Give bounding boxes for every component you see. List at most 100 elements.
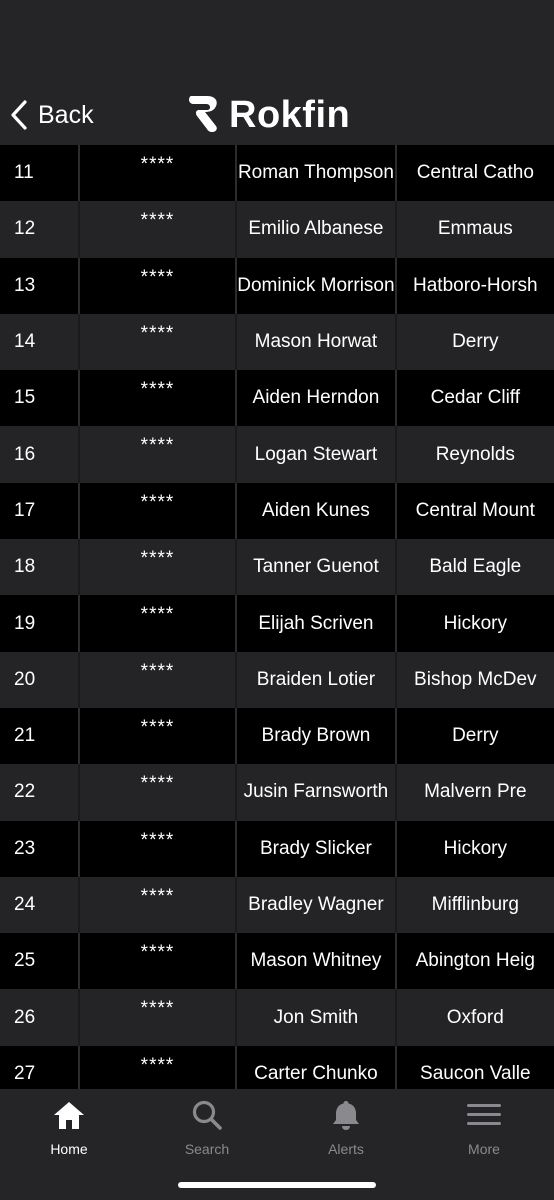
back-button[interactable]: Back [10, 96, 94, 134]
rank-cell-text: 11 [14, 162, 34, 184]
table-row[interactable]: 11 **** Roman Thompson Central Catho [0, 145, 554, 202]
stars-cell-text: **** [140, 716, 175, 738]
school-cell-text: Hatboro-Horsh [413, 274, 538, 296]
player-name-cell: Emilio Albanese [235, 201, 394, 258]
player-name-cell-text: Carter Chunko [254, 1062, 378, 1084]
stars-cell-text: **** [140, 829, 175, 851]
rokfin-logo-mark-icon [187, 92, 221, 139]
rank-cell: 27 [0, 1046, 78, 1089]
school-cell: Hickory [394, 820, 554, 877]
school-cell-text: Emmaus [437, 218, 513, 240]
rank-cell-text: 13 [14, 274, 36, 296]
school-cell-text: Abington Heig [415, 950, 535, 972]
rank-cell: 24 [0, 877, 78, 933]
player-name-cell-text: Bradley Wagner [248, 894, 384, 915]
school-cell: Derry [394, 707, 554, 765]
table-row[interactable]: 26 **** Jon Smith Oxford [0, 989, 554, 1046]
school-cell: Oxford [394, 989, 554, 1046]
table-row[interactable]: 16 **** Logan Stewart Reynolds [0, 426, 554, 483]
player-name-cell: Mason Horwat [235, 313, 394, 371]
player-name-cell-text: Brady Slicker [259, 837, 372, 859]
chevron-left-icon [10, 100, 28, 130]
stars-cell-text: **** [140, 266, 175, 288]
table-row[interactable]: 25 **** Mason Whitney Abington Heig [0, 933, 554, 990]
stars-cell-text: **** [140, 379, 175, 401]
rank-cell: 14 [0, 314, 78, 370]
tab-alerts[interactable]: Alerts [296, 1099, 396, 1159]
table-row[interactable]: 24 **** Bradley Wagner Mifflinburg [0, 876, 554, 934]
player-name-cell-text: Mason Horwat [254, 331, 378, 353]
stars-cell: **** [77, 595, 236, 652]
rank-cell: 22 [0, 764, 78, 820]
table-row[interactable]: 19 **** Elijah Scriven Hickory [0, 595, 554, 652]
table-row[interactable]: 17 **** Aiden Kunes Central Mount [0, 482, 554, 540]
table-row[interactable]: 27 **** Carter Chunko Saucon Valle [0, 1045, 554, 1089]
table-row[interactable]: 15 **** Aiden Herndon Cedar Cliff [0, 370, 554, 427]
stars-cell: **** [77, 370, 236, 427]
school-cell-text: Cedar Cliff [430, 387, 520, 409]
player-name-cell: Aiden Herndon [235, 370, 394, 427]
stars-cell-text: **** [140, 998, 175, 1020]
player-name-cell: Jusin Farnsworth [235, 764, 394, 821]
top-nav-bar: Back Rokfin [0, 0, 554, 145]
rank-cell: 19 [0, 595, 78, 651]
stars-cell-text: **** [140, 491, 175, 513]
school-cell: Emmaus [394, 201, 554, 258]
player-name-cell-text: Emilio Albanese [248, 218, 384, 240]
rank-cell: 18 [0, 539, 78, 595]
table-row[interactable]: 18 **** Tanner Guenot Bald Eagle [0, 539, 554, 596]
player-name-cell: Dominick Morrison [235, 257, 395, 314]
player-name-cell: Brady Slicker [235, 820, 394, 877]
home-indicator [178, 1182, 376, 1188]
stars-cell: **** [77, 651, 236, 708]
stars-cell-text: **** [140, 322, 175, 344]
rokfin-logo: Rokfin [187, 92, 350, 138]
table-row[interactable]: 23 **** Brady Slicker Hickory [0, 820, 554, 877]
school-cell: Mifflinburg [394, 876, 554, 934]
tab-home[interactable]: Home [19, 1099, 119, 1159]
table-row[interactable]: 12 **** Emilio Albanese Emmaus [0, 201, 554, 258]
rank-cell-text: 25 [14, 950, 36, 972]
player-name-cell: Roman Thompson [235, 145, 394, 202]
table-row[interactable]: 21 **** Brady Brown Derry [0, 707, 554, 765]
school-cell: Cedar Cliff [394, 370, 554, 427]
stars-cell: **** [77, 313, 236, 371]
player-name-cell: Bradley Wagner [235, 876, 394, 934]
bell-icon [329, 1099, 363, 1131]
rankings-table[interactable]: 11 **** Roman Thompson Central Catho 12 **** E… [0, 145, 554, 1089]
stars-cell: **** [77, 933, 236, 990]
player-name-cell-text: Tanner Guenot [253, 556, 379, 578]
rank-cell-text: 16 [14, 443, 36, 465]
player-name-cell: Logan Stewart [235, 426, 394, 483]
tab-search-label: Search [184, 1141, 230, 1157]
player-name-cell: Brady Brown [235, 707, 394, 765]
school-cell-text: Reynolds [435, 443, 515, 465]
player-name-cell: Jon Smith [235, 989, 394, 1046]
school-cell: Central Catho [394, 145, 554, 202]
school-cell-text: Derry [452, 331, 499, 353]
rank-cell-text: 22 [14, 781, 36, 803]
stars-cell-text: **** [140, 885, 175, 907]
school-cell-text: Hickory [443, 612, 507, 634]
stars-cell-text: **** [140, 210, 175, 232]
player-name-cell-text: Elijah Scriven [258, 612, 374, 634]
stars-cell-text: **** [140, 942, 175, 964]
school-cell-text: Oxford [446, 1006, 504, 1028]
tab-more[interactable]: More [434, 1099, 534, 1159]
rank-cell-text: 18 [14, 556, 36, 578]
school-cell-text: Central Catho [416, 162, 534, 184]
tab-search[interactable]: Search [157, 1099, 257, 1159]
stars-cell-text: **** [140, 154, 175, 175]
rank-cell-text: 26 [14, 1006, 36, 1028]
table-row[interactable]: 20 **** Braiden Lotier Bishop McDev [0, 651, 554, 708]
table-row[interactable]: 14 **** Mason Horwat Derry [0, 313, 554, 371]
player-name-cell: Aiden Kunes [235, 482, 394, 540]
player-name-cell-text: Braiden Lotier [256, 668, 376, 690]
rank-cell: 26 [0, 989, 78, 1045]
stars-cell-text: **** [140, 773, 175, 795]
rank-cell: 23 [0, 821, 78, 877]
rank-cell-text: 15 [14, 387, 36, 409]
table-row[interactable]: 13 **** Dominick Morrison Hatboro-Horsh [0, 257, 554, 314]
table-row[interactable]: 22 **** Jusin Farnsworth Malvern Pre [0, 764, 554, 821]
player-name-cell: Braiden Lotier [235, 651, 394, 708]
